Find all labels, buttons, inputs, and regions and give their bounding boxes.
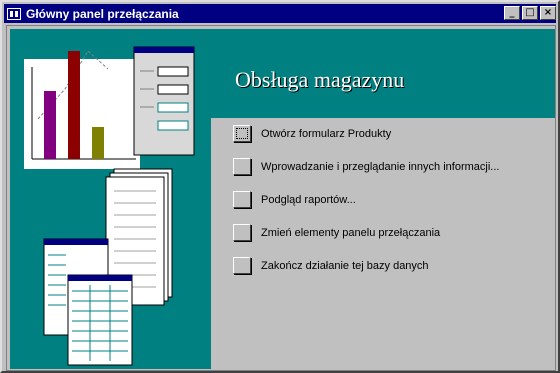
close-button[interactable]: ×	[540, 6, 556, 20]
menu-item-label[interactable]: Otwórz formularz Produkty	[261, 128, 391, 140]
menu-item-label[interactable]: Zmień elementy panelu przełączania	[261, 227, 440, 239]
chart-bar-3	[92, 127, 104, 159]
page-title: Obsługa magazynu	[235, 67, 405, 92]
form-client-area: Obsługa magazynu Otwórz formularz Produk…	[6, 25, 556, 371]
menu-item-label[interactable]: Zakończ działanie tej bazy danych	[261, 260, 429, 272]
menu-item-button[interactable]	[233, 158, 251, 175]
menu-item-button[interactable]	[233, 125, 251, 142]
chart-frame	[24, 59, 140, 169]
window-controls: _ □ ×	[502, 6, 556, 20]
title-bar[interactable]: Główny panel przełączania _ □ ×	[4, 4, 556, 23]
window-title: Główny panel przełączania	[26, 6, 179, 21]
menu-item[interactable]: Otwórz formularz Produkty	[233, 123, 499, 144]
switchboard-menu: Otwórz formularz Produkty Wprowadzanie i…	[233, 123, 499, 288]
menu-item-label[interactable]: Podgląd raportów...	[261, 194, 356, 206]
menu-item-button[interactable]	[233, 191, 251, 208]
menu-item[interactable]: Podgląd raportów...	[233, 189, 499, 210]
minimize-button[interactable]: _	[504, 6, 520, 20]
maximize-button[interactable]: □	[522, 6, 538, 20]
menu-item-button[interactable]	[233, 224, 251, 241]
menu-item[interactable]: Zakończ działanie tej bazy danych	[233, 255, 499, 276]
menu-item-button[interactable]	[233, 257, 251, 274]
form-field-4	[157, 120, 189, 131]
form-field-2	[157, 84, 189, 95]
chart-bar-2	[68, 51, 80, 159]
switchboard-window: Główny panel przełączania _ □ × Obsługa …	[0, 0, 560, 373]
form-field-1	[157, 66, 189, 77]
form-field-3	[157, 102, 189, 113]
chart-bar-1	[44, 91, 56, 159]
menu-item[interactable]: Wprowadzanie i przeglądanie innych infor…	[233, 156, 499, 177]
left-graphic-panel	[10, 29, 211, 369]
menu-item-label[interactable]: Wprowadzanie i przeglądanie innych infor…	[261, 161, 499, 173]
switchboard-illustration	[24, 46, 195, 366]
form-sheet-header	[134, 47, 194, 53]
form-sheet	[133, 46, 195, 156]
form-icon	[7, 7, 21, 20]
header-band: Obsługa magazynu	[211, 29, 555, 118]
menu-item[interactable]: Zmień elementy panelu przełączania	[233, 222, 499, 243]
